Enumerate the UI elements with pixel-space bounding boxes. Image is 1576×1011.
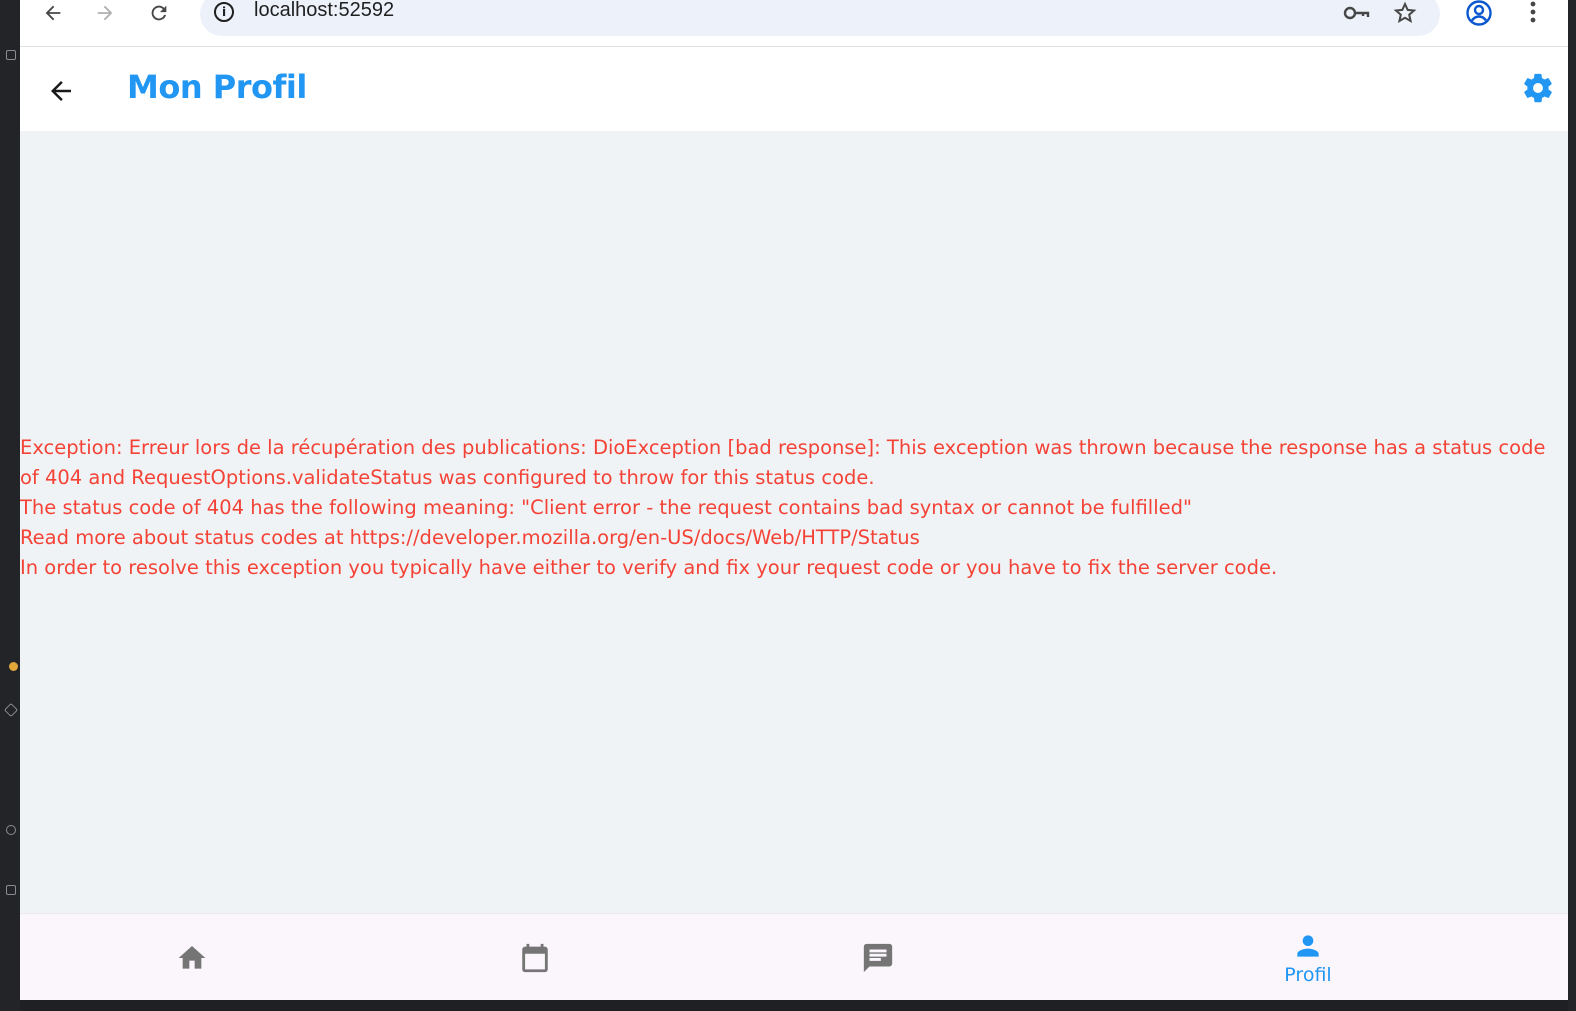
remote-icon <box>6 825 16 835</box>
person-icon <box>1297 934 1319 957</box>
browser-window: i localhost:52592 Mon Profil Exception: … <box>20 0 1568 1000</box>
calendar-icon <box>522 943 548 972</box>
browser-back-button[interactable] <box>36 0 70 26</box>
chat-icon <box>863 943 893 972</box>
nav-item-messages[interactable] <box>828 914 928 1000</box>
site-info-icon[interactable]: i <box>214 2 234 22</box>
error-message: Exception: Erreur lors de la récupératio… <box>20 436 1546 579</box>
browser-forward-button[interactable] <box>88 0 122 26</box>
reload-icon <box>151 5 167 21</box>
arrow-left-icon <box>45 5 61 21</box>
nav-item-calendar[interactable] <box>485 914 585 1000</box>
address-bar[interactable]: i localhost:52592 <box>200 0 1440 36</box>
page-title: Mon Profil <box>127 68 307 106</box>
profile-content: Exception: Erreur lors de la récupératio… <box>20 131 1568 913</box>
nav-label-profile: Profil <box>1284 963 1332 986</box>
nav-item-profile[interactable]: Profil <box>1258 914 1358 1000</box>
editor-side-strip <box>0 0 20 1011</box>
browser-menu-button[interactable] <box>1518 0 1548 26</box>
explorer-icon <box>6 50 16 60</box>
back-button[interactable] <box>42 72 80 110</box>
editor-status-bar <box>20 1000 1568 1011</box>
key-icon <box>1343 6 1370 20</box>
nav-item-home[interactable] <box>142 914 242 1000</box>
bookmark-button[interactable] <box>1390 0 1420 26</box>
window-right-edge <box>1568 0 1576 1011</box>
address-url[interactable]: localhost:52592 <box>254 0 394 22</box>
star-icon <box>1393 1 1417 23</box>
browser-reload-button[interactable] <box>142 0 176 26</box>
more-vert-icon <box>1530 1 1536 23</box>
browser-toolbar: i localhost:52592 <box>20 0 1568 47</box>
gear-icon <box>1524 73 1552 103</box>
status-dot <box>9 662 18 671</box>
arrow-right-icon <box>97 5 113 21</box>
app-bar: Mon Profil <box>20 48 1568 131</box>
extension-icon <box>3 702 19 718</box>
account-circle-icon <box>1466 0 1492 26</box>
home-icon <box>178 945 206 969</box>
terminal-icon <box>6 885 16 895</box>
arrow-back-icon <box>51 81 71 101</box>
settings-button[interactable] <box>1520 70 1556 106</box>
password-key-button[interactable] <box>1342 0 1372 26</box>
profile-button[interactable] <box>1464 0 1494 26</box>
bottom-navigation: Profil <box>20 913 1568 1000</box>
